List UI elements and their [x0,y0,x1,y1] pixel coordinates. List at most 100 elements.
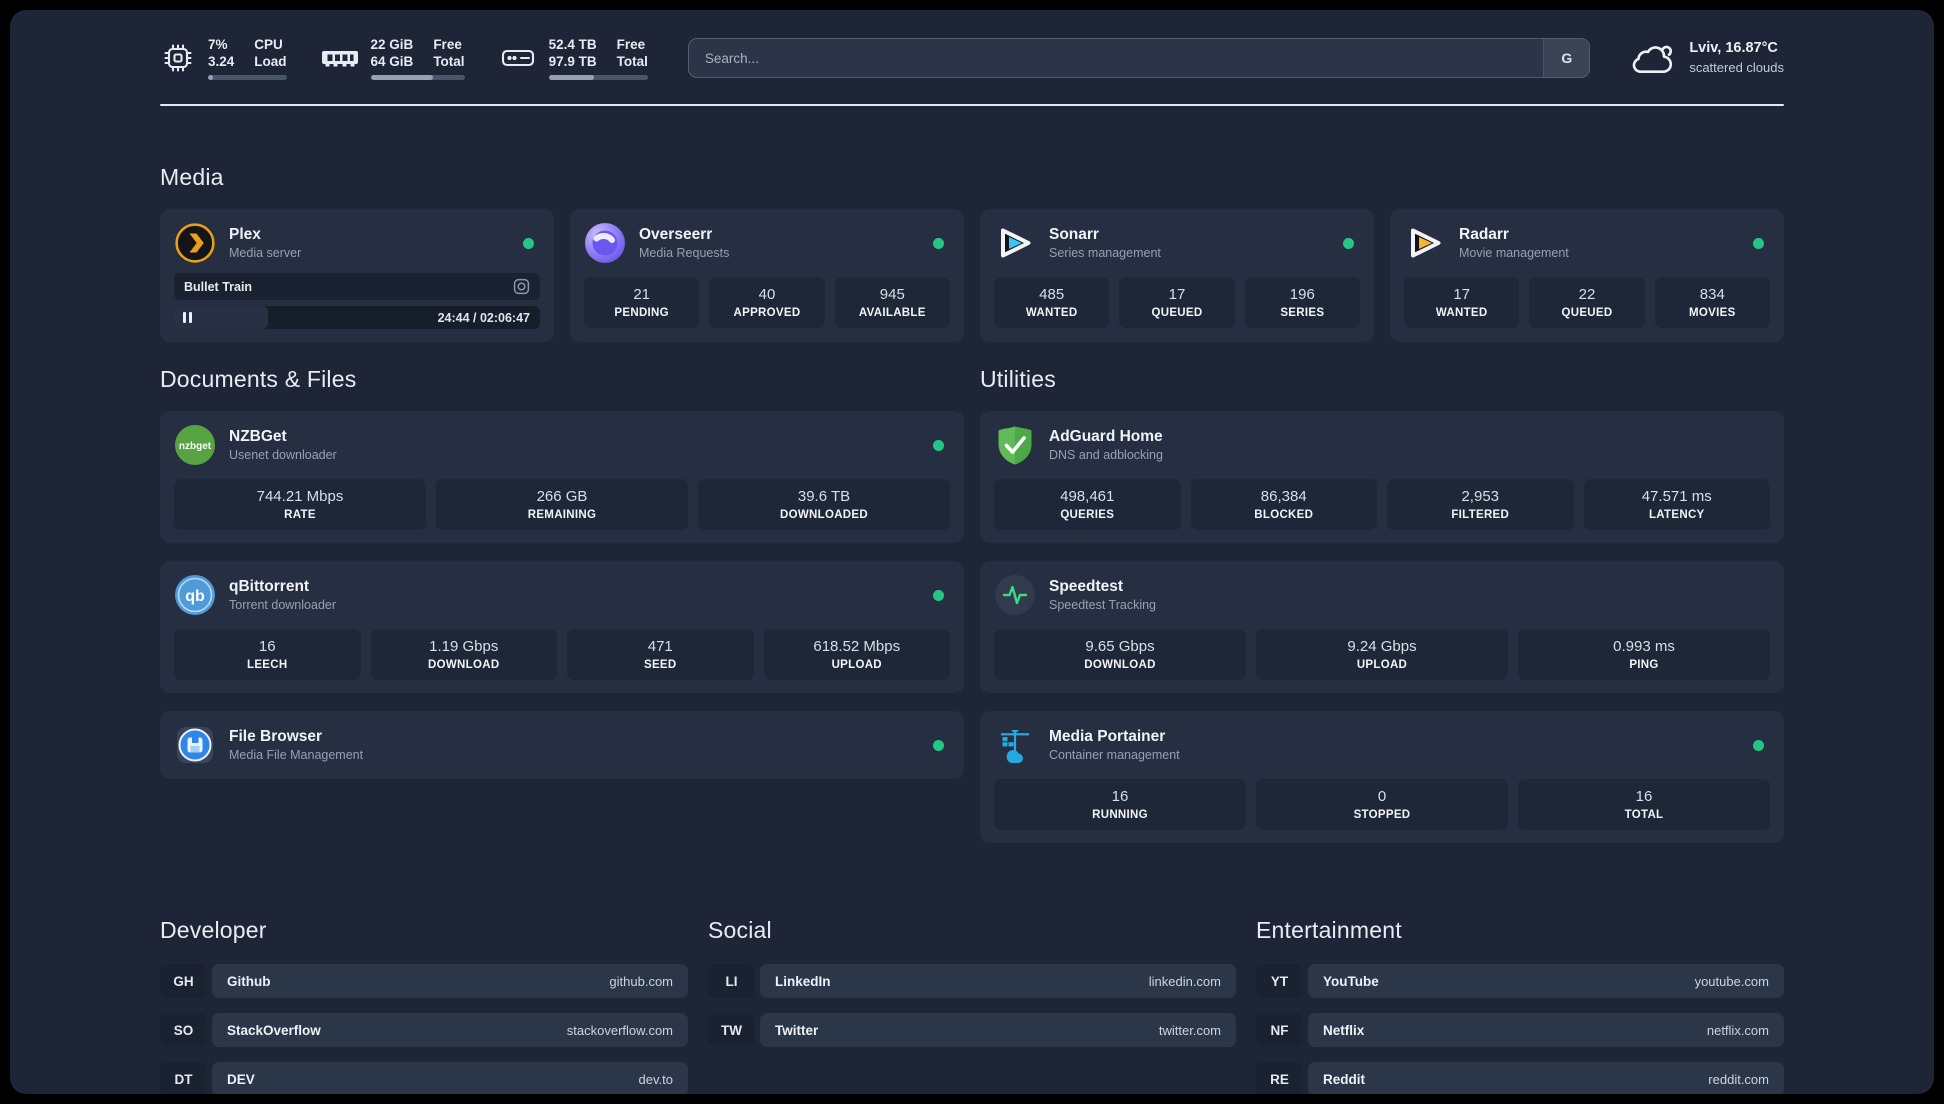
stat-label: STOPPED [1353,809,1411,821]
status-dot-online [933,439,944,451]
link-url: dev.to [638,1071,673,1087]
section-column-utilities: Utilities AdGuard Home DNS and adblocking 4… [980,366,1784,861]
stat-value: 196 [1289,286,1315,303]
app-card-plex[interactable]: Plex Media server Bullet Train 24:44 / 02:0… [160,209,554,342]
link-twitter[interactable]: TW Twitter twitter.com [708,1013,1236,1047]
metric-progress-bar [208,75,287,80]
metric-label-top: CPU [254,37,283,52]
ram-icon [321,43,359,73]
weather-location-temp: Lviv, 16.87°C [1689,40,1778,56]
metric-value-bottom: 97.9 TB [548,54,597,69]
stat-value: 618.52 Mbps [813,638,901,655]
link-linkedin[interactable]: LI LinkedIn linkedin.com [708,964,1236,998]
link-url: twitter.com [1158,1022,1221,1038]
link-reddit[interactable]: RE Reddit reddit.com [1256,1062,1784,1094]
disk-icon [499,42,537,74]
stat-label: QUEUED [1561,307,1613,319]
link-name: YouTube [1323,973,1379,989]
stat-box: 17 WANTED [1404,277,1520,328]
link-abbreviation: YT [1256,964,1303,998]
stat-label: BLOCKED [1254,509,1314,521]
app-card-file-browser[interactable]: File Browser Media File Management [160,711,964,779]
stat-value: 1.19 Gbps [429,638,499,655]
status-dot-online [933,589,944,601]
stat-value: 0.993 ms [1613,638,1675,655]
stat-value: 86,384 [1260,488,1307,505]
stat-box: 2,953 FILTERED [1387,479,1574,530]
status-dot-online [1753,739,1764,751]
stat-label: SEED [643,659,677,671]
app-card-overseerr[interactable]: Overseerr Media Requests 21 PENDING 40 APPROV… [570,209,964,342]
stat-value: 40 [758,286,776,303]
svg-text:nzbget: nzbget [179,441,212,452]
qbittorrent-icon: qb [174,574,216,616]
app-card-sonarr[interactable]: Sonarr Series management 485 WANTED 17 QUEUED… [980,209,1374,342]
playback-time: 24:44 / 02:06:47 [437,310,530,325]
link-youtube[interactable]: YT YouTube youtube.com [1256,964,1784,998]
link-github[interactable]: GH Github github.com [160,964,688,998]
pause-icon[interactable] [183,312,192,323]
link-stackoverflow[interactable]: SO StackOverflow stackoverflow.com [160,1013,688,1047]
stat-value: 16 [258,638,276,655]
stat-value: 17 [1453,286,1470,303]
app-card-qbittorrent[interactable]: qb qBittorrent Torrent downloader 16 LEECH 1.… [160,561,964,693]
stat-value: 2,953 [1461,488,1500,505]
stat-label: DOWNLOAD [1084,659,1156,671]
svg-text:qb: qb [185,588,205,605]
stat-box: 0 STOPPED [1256,779,1508,830]
link-netflix[interactable]: NF Netflix netflix.com [1256,1013,1784,1047]
portainer-icon [994,724,1036,766]
status-dot-online [933,237,944,249]
header-divider [160,104,1784,106]
stat-box: 834 MOVIES [1654,277,1770,328]
stat-value: 21 [633,286,650,303]
links-section-social: Social LI LinkedIn linkedin.com TW Twitter twi… [708,917,1236,1094]
link-dev[interactable]: DT DEV dev.to [160,1062,688,1094]
links-section-developer: Developer GH Github github.com SO StackOverfl… [160,917,688,1094]
stat-value: 834 [1699,286,1725,303]
search-provider-button[interactable]: G [1543,39,1590,77]
link-name: Reddit [1323,1071,1365,1087]
app-card-speedtest[interactable]: Speedtest Speedtest Tracking 9.65 Gbps DOWN… [980,561,1784,693]
stat-label: PING [1629,659,1659,671]
link-abbreviation: GH [160,964,207,998]
metric-value-top: 22 GiB [370,37,414,52]
stat-box: 47.571 ms LATENCY [1583,479,1770,530]
app-subtitle: DNS and adblocking [1049,447,1163,462]
app-card-media-portainer[interactable]: Media Portainer Container management 16 RUN… [980,711,1784,843]
stat-value: 22 [1578,286,1596,303]
stat-label: UPLOAD [831,659,882,671]
sonarr-icon [994,222,1036,264]
app-card-nzbget[interactable]: nzbget NZBGet Usenet downloader 744.21 Mbps… [160,411,964,543]
stat-value: 17 [1168,286,1186,303]
link-url: linkedin.com [1148,973,1221,989]
app-subtitle: Series management [1049,245,1161,260]
stat-label: AVAILABLE [858,307,926,319]
stat-label: LEECH [247,659,288,671]
stat-label: MOVIES [1689,307,1736,319]
search-bar: G [687,38,1591,78]
app-name: File Browser [229,727,323,745]
link-name: Twitter [775,1022,819,1038]
status-dot-online [933,739,944,751]
app-card-adguard-home[interactable]: AdGuard Home DNS and adblocking 498,461 QUE… [980,411,1784,543]
media-cards-row: Plex Media server Bullet Train 24:44 / 02:0… [160,209,1784,342]
app-name: qBittorrent [229,577,310,595]
cloud-icon [1632,41,1676,75]
stat-value: 39.6 TB [797,488,851,505]
stat-label: FILTERED [1451,509,1510,521]
metric-value-bottom: 3.24 [208,54,235,69]
stat-value: 471 [647,638,673,655]
cpu-icon [160,40,196,76]
stat-value: 485 [1039,286,1065,303]
stat-value: 16 [1111,788,1129,805]
metric-body: 22 GiB 64 GiB Free Total [370,36,465,80]
adguard-icon [994,424,1036,466]
metric-label-top: Free [616,37,646,52]
app-subtitle: Torrent downloader [229,597,337,612]
stat-box: 9.65 Gbps DOWNLOAD [994,629,1246,680]
app-card-radarr[interactable]: Radarr Movie management 17 WANTED 22 QUEUED 83… [1390,209,1784,342]
section-title: Entertainment [1256,917,1402,943]
stat-value: 498,461 [1060,488,1115,505]
search-input[interactable] [688,39,1544,77]
